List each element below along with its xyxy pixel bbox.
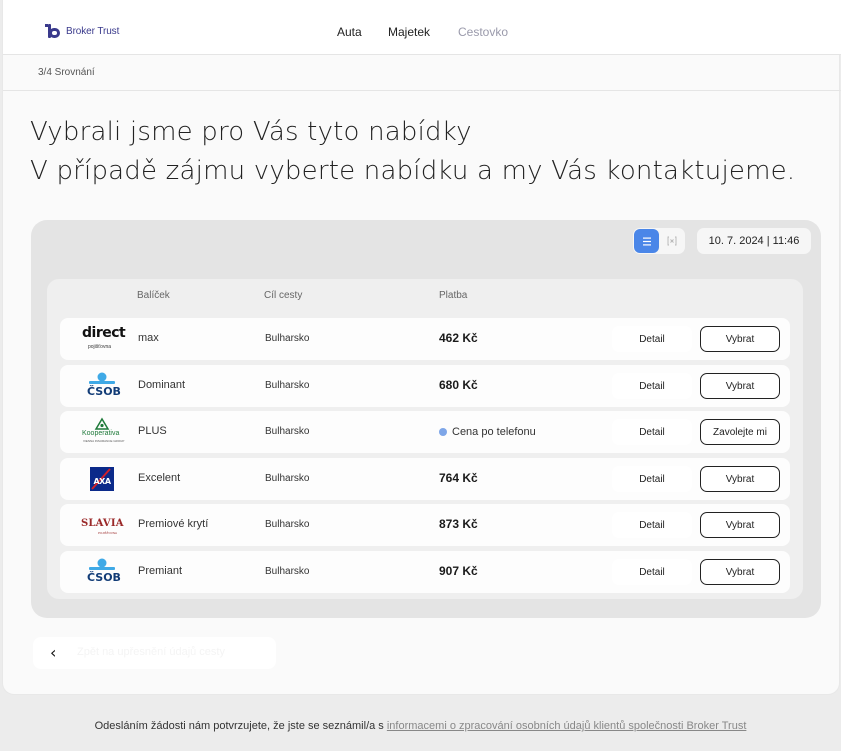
detail-button[interactable]: Detail	[612, 373, 692, 399]
list-icon	[642, 237, 651, 245]
kooperativa-logo-mark	[94, 417, 110, 430]
slavia-logo-name: SLAVIA	[81, 518, 124, 529]
detail-button[interactable]: Detail	[612, 326, 692, 352]
page-title: Vybrali jsme pro Vás tyto nabídky V příp…	[30, 113, 795, 191]
slavia-logo: SLAVIA POJIŠŤOVNA	[72, 509, 132, 541]
csob-logo-name: ČSOB	[87, 385, 121, 398]
footer-consent: Odesláním žádosti nám potvrzujete, že js…	[0, 720, 841, 732]
select-button[interactable]: Vybrat	[700, 512, 780, 538]
footer-text: Odesláním žádosti nám potvrzujete, že js…	[94, 720, 387, 732]
slavia-logo-sub: POJIŠŤOVNA	[98, 531, 118, 535]
csob-logo: ČSOB	[72, 556, 132, 588]
select-button[interactable]: Vybrat	[700, 326, 780, 352]
main-nav: Auta Majetek Cestovko	[3, 25, 841, 41]
nav-item-majetek[interactable]: Majetek	[388, 25, 430, 39]
package-name: max	[138, 332, 159, 344]
back-button[interactable]: ‹ Zpět na upřesnění údajů cesty	[33, 637, 276, 669]
date-time-display: 10. 7. 2024 | 11:46	[697, 228, 811, 254]
price-on-phone-label: Cena po telefonu	[452, 426, 536, 438]
table-row: ČSOB Premiant Bulharsko 907 Kč Detail Vy…	[60, 551, 790, 593]
csob-logo-name: ČSOB	[87, 571, 121, 584]
destination: Bulharsko	[265, 380, 310, 391]
destination: Bulharsko	[265, 333, 310, 344]
package-name: PLUS	[138, 425, 167, 437]
breadcrumb: 3/4 Srovnání	[38, 67, 95, 78]
call-me-button[interactable]: Zavolejte mi	[700, 419, 780, 445]
destination: Bulharsko	[265, 566, 310, 577]
detail-button[interactable]: Detail	[612, 466, 692, 492]
table-row: AXA Excelent Bulharsko 764 Kč Detail Vyb…	[60, 458, 790, 500]
price: 907 Kč	[439, 564, 478, 578]
price: 462 Kč	[439, 331, 478, 345]
table-row: direct pojišťovna max Bulharsko 462 Kč D…	[60, 318, 790, 360]
breadcrumb-bar: 3/4 Srovnání	[3, 55, 841, 91]
price: 764 Kč	[439, 471, 478, 485]
destination: Bulharsko	[265, 473, 310, 484]
column-header-destination: Cíl cesty	[264, 290, 303, 301]
direct-logo: direct pojišťovna	[72, 323, 132, 355]
kooperativa-logo-sub: VIENNA INSURANCE GROUP	[83, 439, 125, 443]
view-toggle	[633, 228, 685, 254]
detail-button[interactable]: Detail	[612, 559, 692, 585]
price: 680 Kč	[439, 378, 478, 392]
chevron-left-icon: ‹	[50, 643, 57, 662]
kooperativa-logo-name: Kooperativa	[82, 430, 120, 437]
csob-logo: ČSOB	[72, 370, 132, 402]
offers-panel: 10. 7. 2024 | 11:46 Balíček Cíl cesty Pl…	[31, 220, 821, 618]
table-row: Kooperativa VIENNA INSURANCE GROUP PLUS …	[60, 411, 790, 453]
detail-button[interactable]: Detail	[612, 512, 692, 538]
package-name: Premiant	[138, 565, 183, 577]
offers-table: Balíček Cíl cesty Platba direct pojišťov…	[47, 279, 803, 599]
grid-icon	[667, 236, 677, 246]
nav-item-auta[interactable]: Auta	[337, 25, 362, 39]
destination: Bulharsko	[265, 426, 310, 437]
kooperativa-logo: Kooperativa VIENNA INSURANCE GROUP	[72, 416, 132, 448]
table-row: ČSOB Dominant Bulharsko 680 Kč Detail Vy…	[60, 365, 790, 407]
direct-logo-name: direct	[82, 325, 126, 341]
destination: Bulharsko	[265, 519, 310, 530]
column-header-package: Balíček	[137, 290, 170, 301]
price-on-phone: Cena po telefonu	[439, 426, 536, 438]
info-dot-icon	[439, 428, 447, 436]
package-name: Excelent	[138, 472, 181, 484]
price: 873 Kč	[439, 517, 478, 531]
select-button[interactable]: Vybrat	[700, 559, 780, 585]
axa-logo: AXA	[72, 463, 132, 495]
direct-logo-sub: pojišťovna	[88, 344, 112, 350]
page-title-line-2: V případě zájmu vyberte nabídku a my Vás…	[30, 156, 796, 186]
grid-view-button[interactable]	[660, 229, 684, 253]
privacy-policy-link[interactable]: informacemi o zpracování osobních údajů …	[387, 720, 747, 732]
back-button-label: Zpět na upřesnění údajů cesty	[77, 646, 225, 658]
select-button[interactable]: Vybrat	[700, 466, 780, 492]
package-name: Premiové krytí	[138, 518, 209, 530]
top-bar: Broker Trust Auta Majetek Cestovko	[3, 0, 841, 55]
list-view-button[interactable]	[634, 229, 659, 253]
column-header-payment: Platba	[439, 290, 468, 301]
detail-button[interactable]: Detail	[612, 419, 692, 445]
axa-logo-name: AXA	[93, 477, 111, 486]
main-card: Broker Trust Auta Majetek Cestovko 3/4 S…	[2, 0, 841, 695]
table-row: SLAVIA POJIŠŤOVNA Premiové krytí Bulhars…	[60, 504, 790, 546]
page-title-line-1: Vybrali jsme pro Vás tyto nabídky	[30, 117, 472, 147]
package-name: Dominant	[138, 379, 186, 391]
nav-item-cestovko[interactable]: Cestovko	[458, 25, 508, 39]
select-button[interactable]: Vybrat	[700, 373, 780, 399]
